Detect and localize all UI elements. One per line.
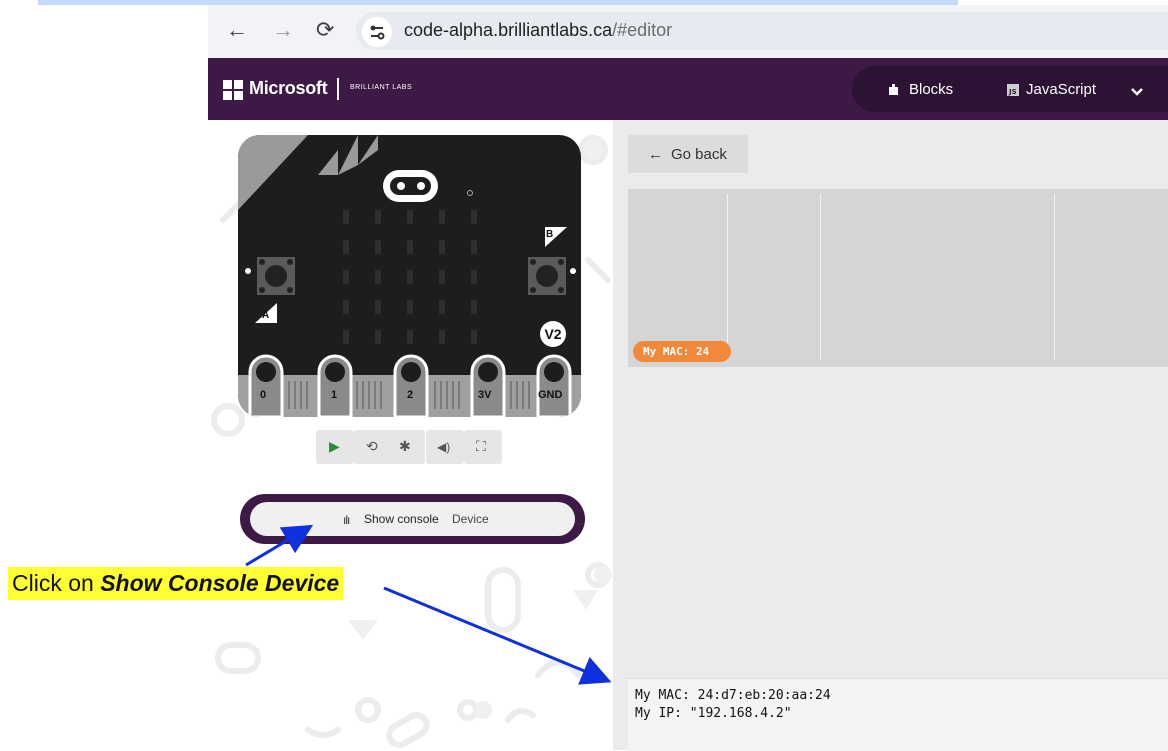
version-badge: V2 <box>540 321 566 347</box>
pin-3v-label[interactable]: 3V <box>478 389 491 401</box>
js-icon: JS <box>1007 84 1019 96</box>
chart-gridline <box>1054 194 1055 360</box>
url-host: code-alpha.brilliantlabs.ca <box>404 20 613 40</box>
fullscreen-icon: ⛶ <box>476 438 486 454</box>
pin-0-label[interactable]: 0 <box>260 389 266 401</box>
puzzle-icon <box>889 84 898 95</box>
button-b-label: B <box>546 229 554 240</box>
console-line: My IP: "192.168.4.2" <box>635 706 792 721</box>
instruction-callout: Click on Show Console Device <box>8 567 344 600</box>
sound-icon: ◀) <box>437 440 451 454</box>
pin-gnd-label[interactable]: GND <box>538 389 562 401</box>
pin-pads <box>248 354 572 417</box>
back-arrow-icon[interactable]: ← <box>226 19 248 41</box>
pin-2-label[interactable]: 2 <box>407 389 413 401</box>
chart-gridline <box>727 194 728 360</box>
pin-1-label[interactable]: 1 <box>331 389 337 401</box>
forward-arrow-icon[interactable]: → <box>272 19 294 41</box>
debug-icon: ✱ <box>399 438 411 454</box>
chevron-down-icon[interactable] <box>1130 86 1144 98</box>
tab-javascript[interactable]: JavaScript <box>1026 81 1096 98</box>
button-a[interactable] <box>255 255 297 297</box>
url-path: /#editor <box>612 20 673 40</box>
callout-prefix: Click on <box>12 570 101 596</box>
reload-icon[interactable]: ⟳ <box>316 19 334 41</box>
tab-blocks[interactable]: Blocks <box>909 81 953 98</box>
button-a-pin-dot <box>245 268 251 274</box>
svg-text:JS: JS <box>1008 88 1017 96</box>
microbit-board: A B V2 0 1 2 3V GND <box>238 135 581 417</box>
play-icon: ▶ <box>329 438 340 454</box>
led-matrix <box>343 210 477 344</box>
console-line: My MAC: 24:d7:eb:20:aa:24 <box>635 688 831 703</box>
show-console-label: Show console <box>364 512 439 526</box>
brand-name: Microsoft <box>249 78 328 98</box>
url-text[interactable]: code-alpha.brilliantlabs.ca/#editor <box>404 20 672 41</box>
bar-chart-icon: ılı <box>343 513 350 527</box>
partner-logo: BRILLIANT LABS <box>350 84 413 91</box>
button-b-pin-dot <box>570 268 576 274</box>
microsoft-logo-icon <box>223 80 243 100</box>
arrow-left-icon: ← <box>648 146 663 163</box>
brand-divider <box>337 78 339 100</box>
button-b[interactable] <box>526 255 568 297</box>
chart-gridline <box>820 194 821 360</box>
series-label: My MAC: 24 <box>643 345 710 358</box>
site-settings-icon[interactable] <box>362 17 392 47</box>
restart-icon: ⟲ <box>366 438 378 454</box>
callout-emphasis: Show Console Device <box>100 570 340 596</box>
device-label: Device <box>452 512 489 526</box>
button-a-label: A <box>262 310 270 321</box>
go-back-label: Go back <box>671 146 727 163</box>
